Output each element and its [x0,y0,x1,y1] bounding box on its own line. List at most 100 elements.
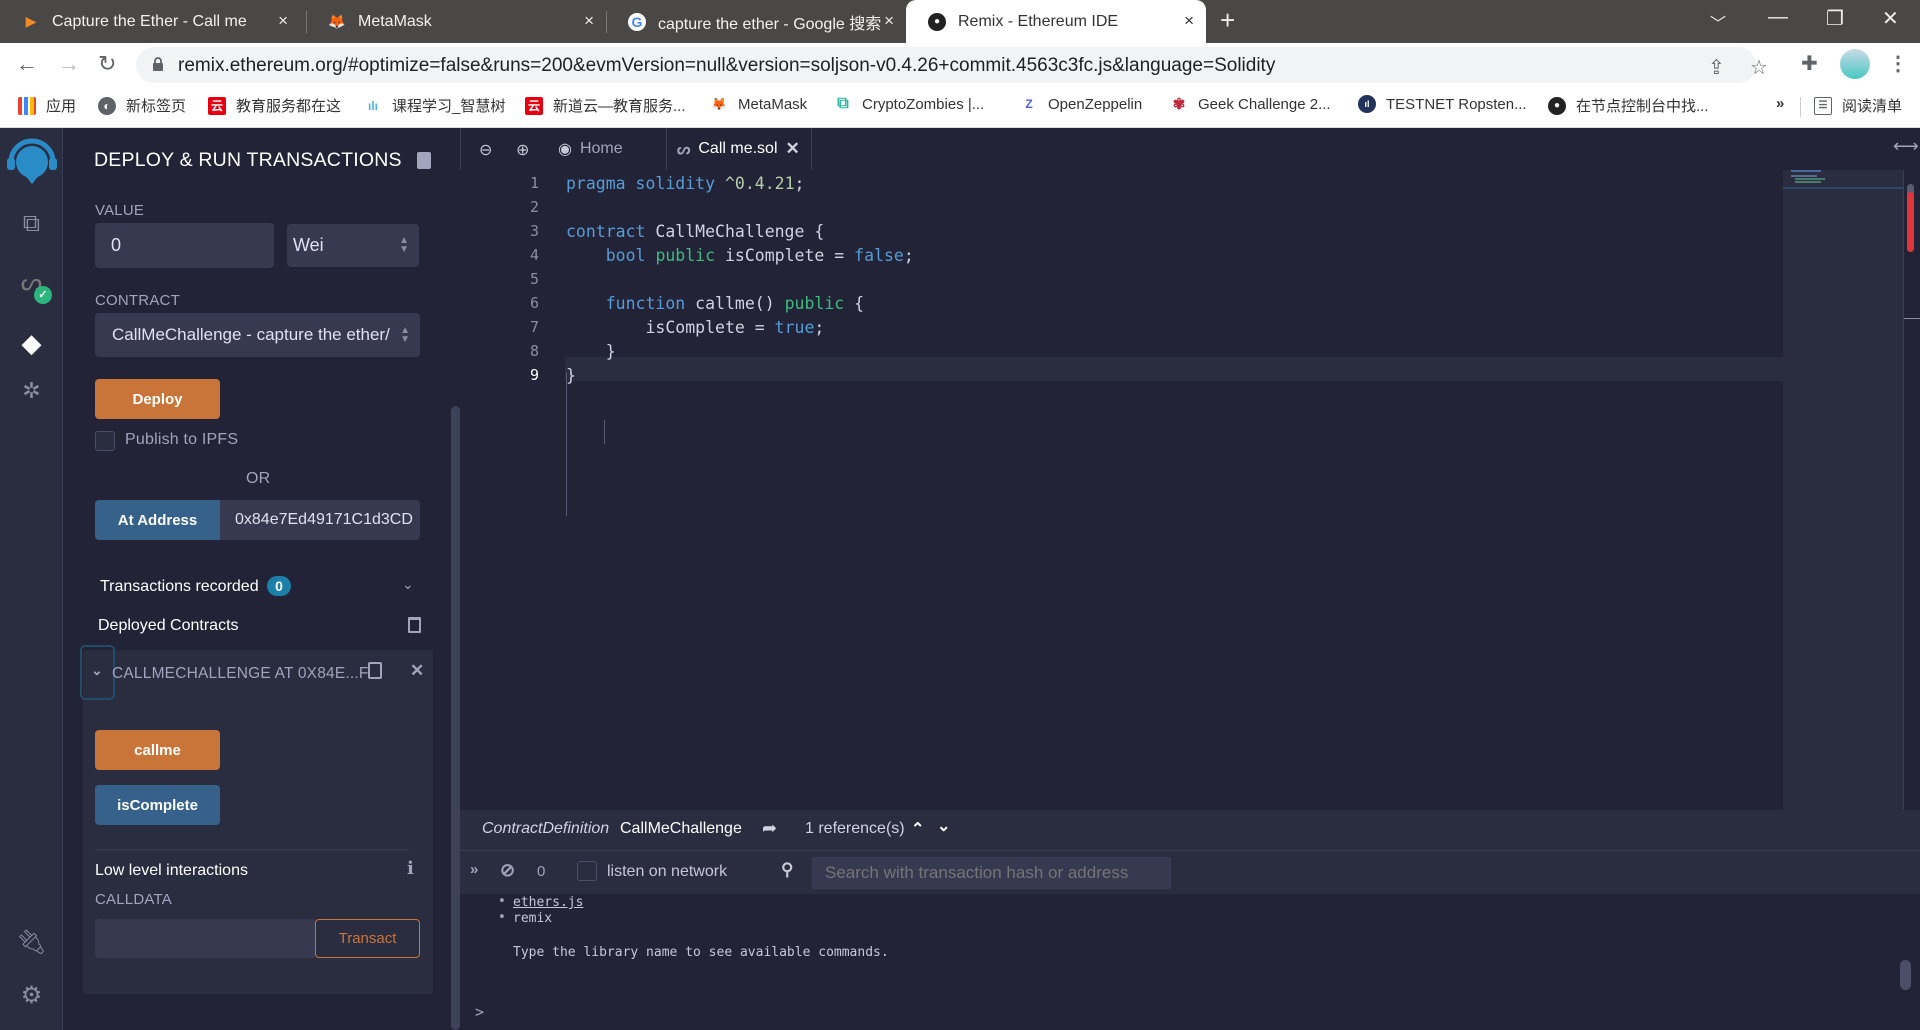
next-reference-chevron-down-icon[interactable]: ⌄ [937,816,950,836]
code-line-1: pragma solidity ^0.4.21; [566,174,805,193]
definition-kind: ContractDefinition [482,820,610,837]
go-to-definition-share-icon[interactable]: ➦ [762,818,777,839]
unit-select[interactable]: Wei ▲ ▼ [287,224,419,267]
chevron-down-icon: ⌄ [91,662,103,678]
tab-search-chevron-icon[interactable]: ﹀ [1710,10,1726,34]
zoom-in-icon[interactable]: ⊕ [516,140,529,160]
zoom-out-icon[interactable]: ⊖ [479,140,492,160]
expand-horizontal-icon[interactable]: ⟷ [1893,136,1919,157]
close-tab-icon[interactable]: × [278,11,288,31]
code-minimap[interactable] [1783,170,1903,810]
list-bullet: • [498,910,506,925]
code-editor[interactable] [565,170,1893,810]
terminal-scrollbar[interactable] [1900,960,1911,990]
bookmarks-overflow-button[interactable]: » [1776,95,1784,112]
previous-reference-chevron-up-icon[interactable]: ⌃ [911,819,924,839]
bookmark-new-tab[interactable]: ◐ 新标签页 [98,95,186,116]
browser-tab-google[interactable]: G capture the ether - Google 搜索 × [606,0,906,43]
window-close-icon[interactable]: ✕ [1882,6,1899,31]
instance-title: CALLMECHALLENGE AT 0X84E...F [112,665,369,682]
yun-red-icon: 云 [525,96,543,115]
bookmark-zhihuishu[interactable]: ılı 课程学习_智慧树 [364,95,505,116]
section-divider [95,849,409,850]
close-file-icon[interactable]: ✕ [786,139,800,159]
listen-on-network-checkbox[interactable] [577,861,597,881]
editor-vertical-scrollbar[interactable] [1903,170,1920,810]
new-tab-button[interactable]: + [1220,5,1235,36]
bookmark-metamask[interactable]: 🦊 MetaMask [710,95,808,113]
bookmark-edu-services[interactable]: 云 教育服务都在这 [208,95,341,116]
reading-list-button[interactable]: ☰ 阅读清单 [1814,95,1902,116]
remove-instance-close-icon[interactable]: ✕ [410,661,424,681]
browser-tab-metamask[interactable]: 🦊 MetaMask × [306,0,606,43]
bookmark-xindaoyun[interactable]: 云 新道云—教育服务... [525,95,686,116]
info-icon[interactable]: i [407,858,414,879]
settings-gear-icon[interactable]: ⚙ [0,981,63,1010]
clear-console-ban-icon[interactable]: ⊘ [500,860,515,881]
github-icon: ● [1548,96,1566,115]
transactions-recorded-label: Transactions recorded [100,578,259,595]
documentation-book-icon[interactable] [417,152,431,169]
or-label: OR [246,470,271,487]
publish-ipfs-checkbox[interactable] [95,431,115,451]
lock-icon[interactable] [152,56,164,72]
plugin-manager-plug-icon[interactable]: 🔌︎ [0,928,63,957]
forward-icon[interactable]: → [58,51,80,77]
terminal-output[interactable]: • ethers.js • remix Type the library nam… [460,894,1920,1030]
close-tab-icon[interactable]: × [884,11,894,31]
profile-avatar[interactable] [1840,49,1870,79]
restore-icon[interactable]: ❐ [1826,6,1844,31]
bookmark-cryptozombies[interactable]: ⧉ CryptoZombies |... [834,95,984,113]
bookmark-geek-challenge[interactable]: ✾ Geek Challenge 2... [1170,95,1331,114]
minimap-viewport [1783,187,1903,189]
calldata-input[interactable] [95,919,315,958]
minimize-terminal-double-chevron-icon[interactable]: » [470,861,478,878]
bookmark-openzeppelin[interactable]: Z OpenZeppelin [1020,95,1142,113]
editor-tab-call-me-sol[interactable]: ᔕ Call me.sol ✕ [677,128,812,170]
deploy-run-ethereum-icon[interactable]: ◆ [0,328,63,359]
value-input[interactable]: 0 [95,223,274,268]
url-text[interactable]: remix.ethereum.org/#optimize=false&runs=… [178,55,1275,77]
minimize-icon[interactable]: — [1768,6,1788,29]
at-address-input[interactable]: 0x84e7Ed49171C1d3CD [220,500,420,540]
deploy-button[interactable]: Deploy [95,379,220,419]
browser-tab-remix[interactable]: ● Remix - Ethereum IDE × [906,0,1206,43]
side-panel-scrollbar[interactable] [451,406,460,1030]
solidity-icon: ᔕ [677,141,691,158]
ethers-js-link[interactable]: ethers.js [513,895,583,910]
close-tab-icon[interactable]: × [1184,11,1194,31]
bookmark-node-console[interactable]: ● 在节点控制台中找... [1548,95,1709,116]
browser-tab-capture-the-ether[interactable]: ▶ Capture the Ether - Call me × [0,0,300,43]
file-explorer-icon[interactable]: ⧉ [0,210,63,238]
value-label: VALUE [95,202,145,219]
browser-menu-icon[interactable]: ⋮ [1888,51,1908,76]
line-number: 1 [529,174,539,192]
function-button-iscomplete[interactable]: isComplete [95,785,220,825]
terminal-prompt[interactable]: > [475,1003,484,1021]
line-number: 3 [529,222,539,240]
editor-tab-home[interactable]: ◉ Home [558,128,667,170]
code-line-3: contract CallMeChallenge { [566,222,825,241]
transaction-search-input[interactable] [812,857,1171,889]
publish-ipfs-label: Publish to IPFS [125,431,239,448]
clear-instances-trash-icon[interactable] [408,617,421,633]
transact-button[interactable]: Transact [315,919,420,958]
at-address-button[interactable]: At Address [95,500,220,540]
remix-logo-icon [6,138,57,184]
solidity-compiler-plugin[interactable]: ᔕ ✓ [0,268,63,304]
share-icon[interactable]: ⇪ [1708,55,1725,80]
extensions-puzzle-icon[interactable]: ✚ [1801,51,1818,76]
function-button-callme[interactable]: callme [95,730,220,770]
remix-home-logo[interactable] [0,138,63,188]
bookmark-star-icon[interactable]: ☆ [1750,55,1768,80]
omnibox[interactable]: remix.ethereum.org/#optimize=false&runs=… [136,47,1768,83]
close-tab-icon[interactable]: × [584,11,594,31]
bookmark-apps[interactable]: 应用 [18,95,76,116]
reload-icon[interactable]: ↻ [98,51,116,77]
transactions-expand-chevron-icon[interactable]: ⌄ [402,576,414,593]
back-icon[interactable]: ← [16,51,38,77]
contract-select[interactable]: CallMeChallenge - capture the ether/ ▲ ▼ [95,313,420,357]
copy-address-icon[interactable] [368,662,382,679]
bookmark-ropsten[interactable]: ıl TESTNET Ropsten... [1358,95,1527,113]
debugger-bug-icon[interactable]: ✲ [0,378,63,404]
